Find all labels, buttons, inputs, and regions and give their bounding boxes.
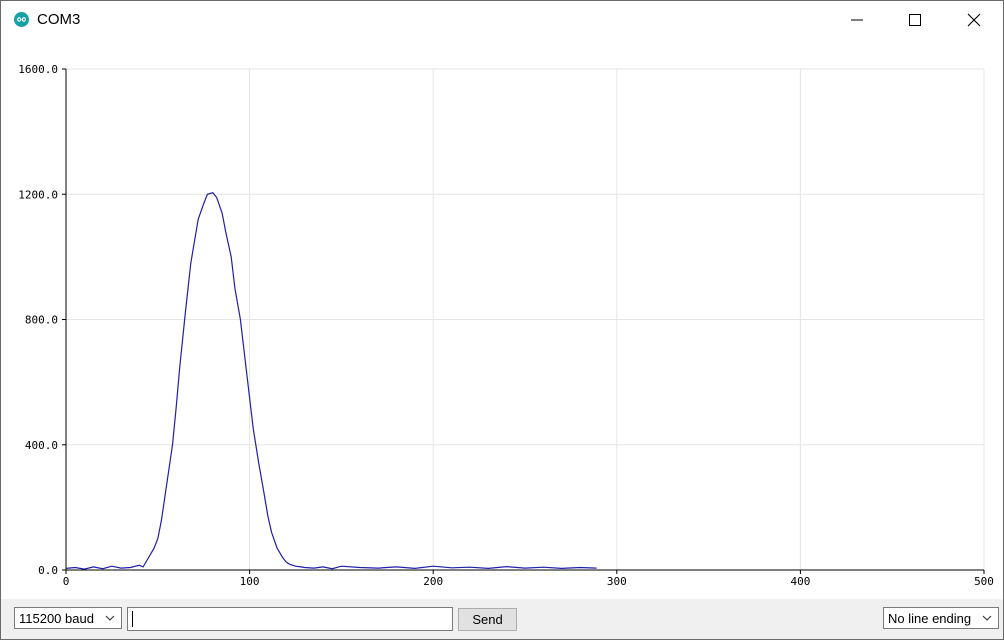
text-caret (132, 611, 133, 627)
close-button[interactable] (945, 1, 1003, 39)
maximize-button[interactable] (886, 1, 944, 39)
x-tick-label: 100 (240, 575, 260, 588)
series-line (65, 192, 597, 570)
baud-rate-select[interactable]: 115200 baud (14, 607, 122, 629)
send-button[interactable]: Send (458, 608, 517, 631)
x-tick-label: 300 (607, 575, 627, 588)
baud-rate-value: 115200 baud (19, 611, 94, 626)
bottom-toolbar: 115200 baud Send No line ending (1, 599, 1003, 639)
arduino-logo-icon (14, 12, 29, 27)
y-tick-label: 1600.0 (18, 63, 58, 76)
maximize-icon (909, 14, 921, 26)
y-tick-label: 800.0 (25, 314, 58, 327)
message-input[interactable] (127, 607, 453, 631)
y-tick-label: 400.0 (25, 439, 58, 452)
minimize-button[interactable] (828, 1, 886, 39)
plot-area: 0 100 200 300 400 500 0.0 400.0 800.0 1200.0 1600.… (1, 39, 1003, 599)
line-ending-select[interactable]: No line ending (883, 607, 999, 629)
x-tick-label: 500 (974, 575, 994, 588)
y-tick-label: 1200.0 (18, 188, 58, 201)
minimize-icon (851, 19, 863, 21)
x-tick-label: 0 (63, 575, 70, 588)
close-icon (967, 13, 981, 27)
chevron-down-icon (105, 615, 115, 621)
y-tick-label: 0.0 (38, 564, 58, 577)
serial-plotter-window: COM3 0 100 200 300 400 500 0.0 400.0 800.0 1200.0… (0, 0, 1004, 640)
line-ending-value: No line ending (888, 611, 972, 626)
serial-plot-chart: 0 100 200 300 400 500 0.0 400.0 800.0 1200.0 1600.… (18, 63, 994, 588)
window-title: COM3 (37, 11, 81, 28)
title-bar[interactable]: COM3 (1, 1, 1003, 39)
x-tick-label: 400 (790, 575, 810, 588)
chevron-down-icon (982, 615, 992, 621)
x-tick-label: 200 (423, 575, 443, 588)
